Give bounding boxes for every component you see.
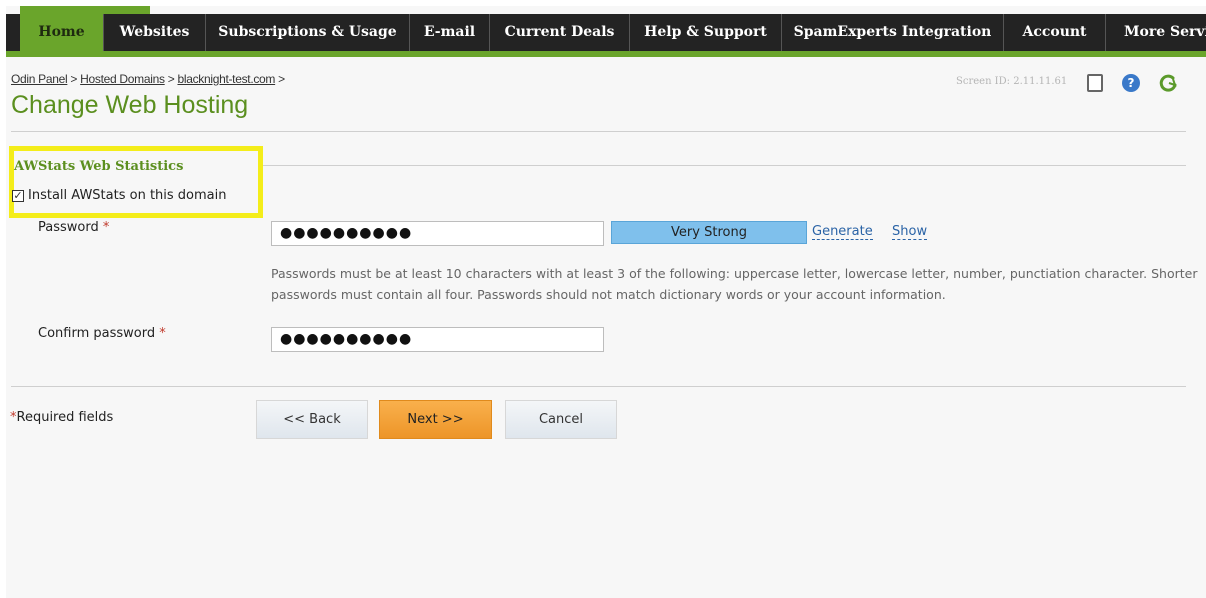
footer-divider xyxy=(11,386,1186,387)
top-navigation: Home Websites Subscriptions & Usage E-ma… xyxy=(6,14,1206,57)
password-label-text: Password xyxy=(38,220,99,235)
nav-tab-home[interactable]: Home xyxy=(20,14,104,51)
confirm-password-input[interactable]: ●●●●●●●●●● xyxy=(271,327,604,352)
nav-tab-email[interactable]: E-mail xyxy=(410,14,490,51)
install-awstats-checkbox[interactable]: ✓ xyxy=(12,189,24,202)
password-hint: Passwords must be at least 10 characters… xyxy=(271,266,1198,302)
required-asterisk: * xyxy=(159,326,166,341)
install-awstats-row[interactable]: ✓ Install AWStats on this domain xyxy=(12,188,227,203)
breadcrumb-link-hosted-domains[interactable]: Hosted Domains xyxy=(80,72,165,86)
show-link[interactable]: Show xyxy=(892,225,928,240)
nav-tab-more-services[interactable]: More Servi xyxy=(1106,14,1206,51)
section-title-awstats: AWStats Web Statistics xyxy=(14,159,184,174)
nav-tab-websites[interactable]: Websites xyxy=(104,14,206,51)
breadcrumb-link-domain[interactable]: blacknight-test.com xyxy=(177,72,275,86)
app-window: Home Websites Subscriptions & Usage E-ma… xyxy=(6,6,1206,598)
nav-tab-account[interactable]: Account xyxy=(1004,14,1106,51)
breadcrumb-separator: > xyxy=(275,72,285,86)
highlight-box xyxy=(9,146,263,218)
document-icon[interactable] xyxy=(1087,74,1103,92)
password-input[interactable]: ●●●●●●●●●● xyxy=(271,221,604,246)
help-icon[interactable]: ? xyxy=(1122,74,1140,92)
page-title: Change Web Hosting xyxy=(11,91,249,119)
screen-id: Screen ID: 2.11.11.61 xyxy=(956,76,1068,87)
breadcrumb: Odin Panel > Hosted Domains > blacknight… xyxy=(11,72,285,86)
next-button[interactable]: Next >> xyxy=(379,400,492,439)
active-tab-indicator xyxy=(20,6,150,14)
confirm-password-label: Confirm password * xyxy=(38,326,166,341)
password-strength-indicator: Very Strong xyxy=(611,221,807,244)
nav-tab-spamexperts[interactable]: SpamExperts Integration xyxy=(782,14,1004,51)
password-label: Password * xyxy=(38,220,109,235)
cancel-button[interactable]: Cancel xyxy=(505,400,617,439)
required-fields-note: *Required fields xyxy=(10,410,113,425)
install-awstats-label: Install AWStats on this domain xyxy=(28,188,227,203)
breadcrumb-separator: > xyxy=(67,72,81,86)
required-asterisk: * xyxy=(102,220,110,235)
back-button[interactable]: << Back xyxy=(256,400,368,439)
breadcrumb-separator: > xyxy=(164,72,178,86)
title-divider xyxy=(11,131,1186,132)
confirm-password-label-text: Confirm password xyxy=(38,326,156,341)
breadcrumb-link-odin-panel[interactable]: Odin Panel xyxy=(11,72,68,86)
nav-tab-current-deals[interactable]: Current Deals xyxy=(490,14,630,51)
generate-link[interactable]: Generate xyxy=(812,225,873,240)
nav-tab-help-support[interactable]: Help & Support xyxy=(630,14,782,51)
refresh-icon[interactable] xyxy=(1158,73,1178,93)
section-divider xyxy=(261,165,1186,166)
required-fields-text: Required fields xyxy=(16,410,114,425)
nav-tab-subscriptions[interactable]: Subscriptions & Usage xyxy=(206,14,410,51)
